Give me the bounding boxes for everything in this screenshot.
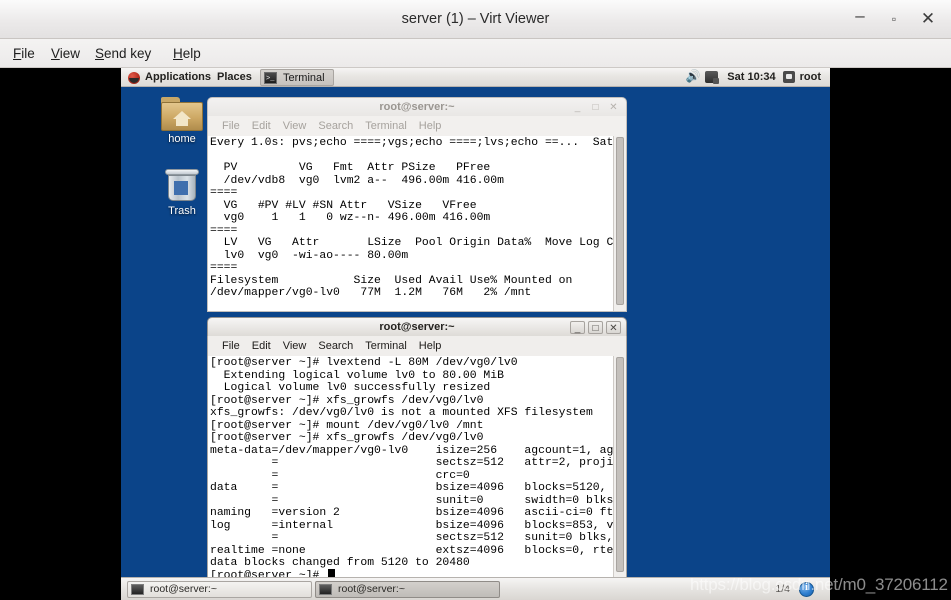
scrollbar-thumb[interactable] <box>616 357 624 572</box>
applications-menu[interactable]: Applications <box>145 68 211 87</box>
taskbar-item-label: root@server:~ <box>338 583 405 595</box>
desktop-icon-trash-label: Trash <box>168 205 196 217</box>
notification-icon[interactable] <box>799 582 814 597</box>
user-avatar-icon <box>782 71 795 83</box>
guest-desktop[interactable]: Applications Places Terminal 🔊 Sat 10:34 r… <box>121 68 830 600</box>
terminal-menubar: File Edit View Search Terminal Help <box>207 336 627 356</box>
menu-file[interactable]: File <box>6 39 42 68</box>
desktop-icon-trash[interactable]: Trash <box>151 167 213 217</box>
close-icon[interactable]: ✕ <box>606 321 621 334</box>
workspace-switcher-label[interactable]: 1/4 <box>775 578 790 600</box>
taskbar-item-label: root@server:~ <box>150 583 217 595</box>
minimize-icon[interactable]: _ <box>570 321 585 334</box>
panel-clock[interactable]: Sat 10:34 <box>720 68 782 87</box>
terminal-menu-search[interactable]: Search <box>312 336 359 356</box>
terminal-icon <box>319 584 332 595</box>
menu-view[interactable]: View <box>44 39 87 68</box>
terminal-title: root@server:~ <box>379 321 455 333</box>
taskbar-item-terminal-2[interactable]: root@server:~ <box>315 581 500 598</box>
panel-window-label: Terminal <box>283 72 325 84</box>
virt-viewer-window: server (1) – Virt Viewer – ▫ ✕ File View… <box>0 0 951 600</box>
panel-status-area: 🔊 Sat 10:34 root <box>685 68 825 87</box>
terminal-menu-view[interactable]: View <box>277 116 313 136</box>
terminal-menu-view[interactable]: View <box>277 336 313 356</box>
terminal-output-area[interactable]: [root@server ~]# lvextend -L 80M /dev/vg… <box>207 356 627 579</box>
gnome-bottom-panel: root@server:~ root@server:~ 1/4 <box>121 577 830 600</box>
terminal-titlebar[interactable]: root@server:~ _ □ ✕ <box>207 97 627 116</box>
volume-icon[interactable]: 🔊 <box>685 70 701 83</box>
panel-window-terminal[interactable]: Terminal <box>260 69 334 88</box>
maximize-icon[interactable]: □ <box>588 101 603 114</box>
viewer-menubar: File View Send key Help <box>0 39 951 68</box>
terminal-menu-search[interactable]: Search <box>312 116 359 136</box>
terminal-menu-help[interactable]: Help <box>413 336 448 356</box>
terminal-scrollbar[interactable] <box>613 136 626 311</box>
places-menu[interactable]: Places <box>217 68 252 87</box>
terminal-window-command[interactable]: root@server:~ _ □ ✕ File Edit View Search Te… <box>207 317 627 579</box>
home-folder-icon <box>161 97 203 131</box>
terminal-menu-terminal[interactable]: Terminal <box>359 116 413 136</box>
maximize-icon[interactable]: ▫ <box>883 9 905 29</box>
terminal-menu-file[interactable]: File <box>216 336 246 356</box>
viewer-titlebar: server (1) – Virt Viewer – ▫ ✕ <box>0 0 951 39</box>
maximize-icon[interactable]: □ <box>588 321 603 334</box>
terminal-icon <box>264 71 277 88</box>
terminal-menu-edit[interactable]: Edit <box>246 336 277 356</box>
terminal-menu-help[interactable]: Help <box>413 116 448 136</box>
terminal-window-watch[interactable]: root@server:~ _ □ ✕ File Edit View Search Te… <box>207 97 627 312</box>
terminal-output-text: Every 1.0s: pvs;echo ====;vgs;echo ====;… <box>210 137 626 299</box>
terminal-menu-file[interactable]: File <box>216 116 246 136</box>
network-icon[interactable] <box>705 71 720 84</box>
scrollbar-thumb[interactable] <box>616 137 624 305</box>
viewer-window-title: server (1) – Virt Viewer <box>401 11 550 27</box>
taskbar-item-terminal-1[interactable]: root@server:~ <box>127 581 312 598</box>
close-icon[interactable]: ✕ <box>606 101 621 114</box>
terminal-menu-terminal[interactable]: Terminal <box>359 336 413 356</box>
gnome-top-panel: Applications Places Terminal 🔊 Sat 10:34 r… <box>121 68 830 88</box>
terminal-title: root@server:~ <box>379 101 455 113</box>
terminal-scrollbar[interactable] <box>613 356 626 578</box>
terminal-output-text: [root@server ~]# lvextend -L 80M /dev/vg… <box>210 357 627 579</box>
minimize-icon[interactable]: – <box>849 7 871 29</box>
trash-bin-icon <box>164 167 200 203</box>
fedora-logo-icon[interactable] <box>128 72 140 84</box>
close-icon[interactable]: ✕ <box>917 9 939 29</box>
panel-user-label[interactable]: root <box>798 68 825 87</box>
menu-send-key[interactable]: Send key <box>88 39 158 68</box>
terminal-icon <box>131 584 144 595</box>
terminal-output-area[interactable]: Every 1.0s: pvs;echo ====;vgs;echo ====;… <box>207 136 627 312</box>
desktop-icon-home[interactable]: home <box>151 97 213 145</box>
terminal-titlebar[interactable]: root@server:~ _ □ ✕ <box>207 317 627 336</box>
menu-help[interactable]: Help <box>166 39 208 68</box>
terminal-menu-edit[interactable]: Edit <box>246 116 277 136</box>
minimize-icon[interactable]: _ <box>570 101 585 114</box>
terminal-menubar: File Edit View Search Terminal Help <box>207 116 627 136</box>
desktop-icon-home-label: home <box>168 133 196 145</box>
